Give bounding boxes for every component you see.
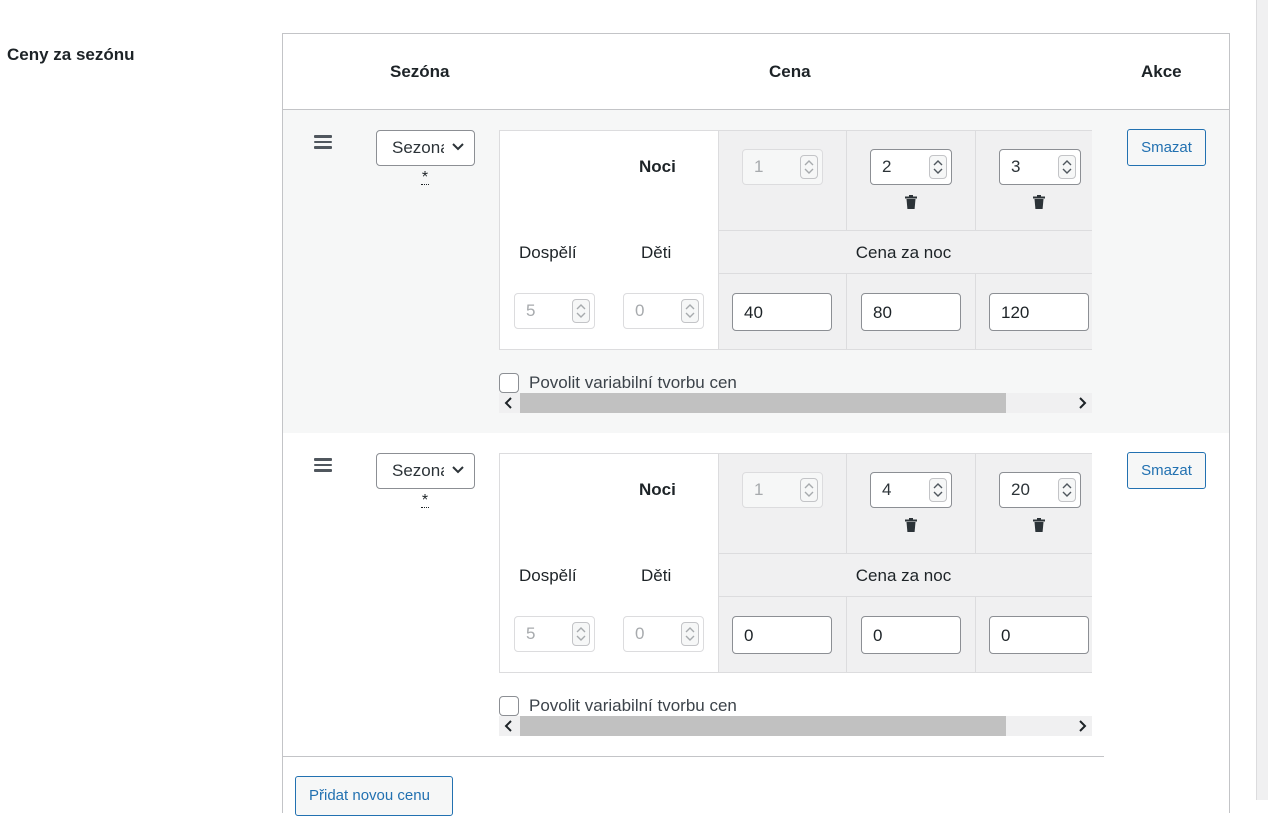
grid-horizontal-scrollbar[interactable] — [499, 393, 1092, 413]
variable-pricing-checkbox[interactable] — [499, 696, 519, 716]
required-mark: * — [421, 169, 429, 186]
children-label: Děti — [641, 243, 672, 262]
children-input: 0 — [623, 293, 704, 329]
trash-icon[interactable] — [1033, 195, 1045, 209]
nights-input-2[interactable]: 2 — [870, 149, 952, 185]
nights-input-3[interactable]: 20 — [999, 472, 1081, 508]
adults-label: Dospělí — [519, 566, 577, 585]
trash-icon[interactable] — [905, 518, 917, 532]
children-value: 0 — [635, 301, 645, 320]
spinner-arrows-icon — [572, 299, 590, 323]
adults-value: 5 — [526, 624, 536, 643]
price-value: 0 — [744, 626, 754, 645]
add-price-button[interactable]: Přidat novou cenu — [295, 776, 453, 816]
children-value: 0 — [635, 624, 645, 643]
price-per-night-label: Cena za noc — [855, 243, 952, 262]
price-input-1[interactable]: 0 — [732, 616, 832, 654]
nights-label: Noci — [639, 480, 676, 499]
nights-value: 3 — [1011, 157, 1021, 176]
trash-icon[interactable] — [905, 195, 917, 209]
header-actions: Akce — [1141, 62, 1182, 81]
children-label: Děti — [641, 566, 672, 585]
price-value: 0 — [873, 626, 883, 645]
header-season: Sezóna — [390, 62, 450, 81]
scroll-right-icon[interactable] — [1076, 397, 1088, 409]
price-value: 40 — [744, 303, 763, 322]
nights-input-1: 1 — [742, 149, 823, 185]
scrollbar-thumb[interactable] — [520, 716, 1006, 736]
price-grid: Noci Dospělí Děti Cena za noc 5 0 1 2 3 … — [499, 130, 1092, 350]
spinner-arrows-icon[interactable] — [929, 155, 947, 179]
spinner-arrows-icon — [681, 299, 699, 323]
grid-horizontal-scrollbar[interactable] — [499, 716, 1092, 736]
scroll-left-icon[interactable] — [503, 720, 515, 732]
adults-value: 5 — [526, 301, 536, 320]
price-value: 120 — [1001, 303, 1030, 322]
rows-bottom-divider — [283, 756, 1104, 757]
page-scrollbar[interactable] — [1256, 0, 1268, 800]
delete-button[interactable]: Smazat — [1127, 452, 1206, 489]
spinner-arrows-icon — [572, 622, 590, 646]
scroll-right-icon[interactable] — [1076, 720, 1088, 732]
trash-icon[interactable] — [1033, 518, 1045, 532]
spinner-arrows-icon[interactable] — [1058, 155, 1076, 179]
variable-pricing-checkbox[interactable] — [499, 373, 519, 393]
season-select[interactable]: Sezona — [376, 130, 475, 166]
price-grid: Noci Dospělí Děti Cena za noc 5 0 1 4 20… — [499, 453, 1092, 673]
price-per-night-label: Cena za noc — [855, 566, 952, 585]
nights-input-1: 1 — [742, 472, 823, 508]
price-value: 0 — [1001, 626, 1011, 645]
drag-handle-icon[interactable] — [314, 458, 332, 472]
nights-value: 2 — [882, 157, 892, 176]
nights-value: 4 — [882, 480, 892, 499]
drag-handle-icon[interactable] — [314, 135, 332, 149]
spinner-arrows-icon[interactable] — [929, 478, 947, 502]
price-input-2[interactable]: 0 — [861, 616, 961, 654]
spinner-arrows-icon — [800, 478, 818, 502]
chevron-down-icon — [452, 466, 464, 474]
children-input: 0 — [623, 616, 704, 652]
section-label: Ceny za sezónu — [7, 45, 135, 64]
spinner-arrows-icon — [800, 155, 818, 179]
delete-button[interactable]: Smazat — [1127, 129, 1206, 166]
price-value: 80 — [873, 303, 892, 322]
spinner-arrows-icon[interactable] — [1058, 478, 1076, 502]
nights-input-2[interactable]: 4 — [870, 472, 952, 508]
nights-label: Noci — [639, 157, 676, 176]
spinner-arrows-icon — [681, 622, 699, 646]
price-input-2[interactable]: 80 — [861, 293, 961, 331]
season-select-value: Sezona — [392, 138, 444, 157]
scrollbar-thumb[interactable] — [520, 393, 1006, 413]
adults-input: 5 — [514, 293, 595, 329]
chevron-down-icon — [452, 143, 464, 151]
price-input-3[interactable]: 0 — [989, 616, 1089, 654]
required-mark: * — [421, 492, 429, 509]
variable-pricing-label: Povolit variabilní tvorbu cen — [529, 373, 737, 392]
nights-value: 1 — [754, 157, 764, 176]
price-input-3[interactable]: 120 — [989, 293, 1089, 331]
nights-value: 1 — [754, 480, 764, 499]
scroll-left-icon[interactable] — [503, 397, 515, 409]
variable-pricing-label: Povolit variabilní tvorbu cen — [529, 696, 737, 715]
adults-label: Dospělí — [519, 243, 577, 262]
season-select-value: Sezona — [392, 461, 444, 480]
nights-value: 20 — [1011, 480, 1030, 499]
header-price: Cena — [769, 62, 811, 81]
adults-input: 5 — [514, 616, 595, 652]
nights-input-3[interactable]: 3 — [999, 149, 1081, 185]
price-input-1[interactable]: 40 — [732, 293, 832, 331]
season-select[interactable]: Sezona — [376, 453, 475, 489]
